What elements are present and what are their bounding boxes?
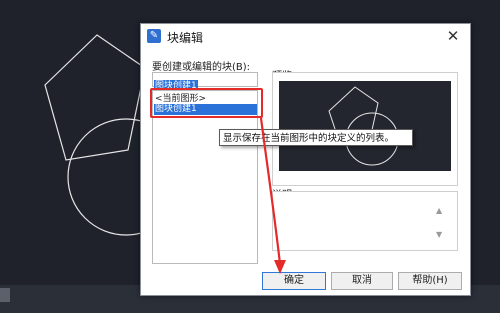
preview-screen bbox=[279, 81, 451, 171]
description-panel bbox=[272, 191, 458, 251]
annotation-highlight-box bbox=[150, 88, 263, 118]
block-name-label: 要创建或编辑的块(B): bbox=[152, 62, 251, 73]
tooltip: 显示保存在当前图形中的块定义的列表。 bbox=[219, 129, 413, 146]
block-editor-icon: ✎ bbox=[147, 29, 161, 43]
triangle-up-icon[interactable]: ▲ bbox=[436, 206, 442, 215]
ok-button[interactable]: 确定 bbox=[262, 272, 326, 290]
dialog-titlebar[interactable]: ✎ 块编辑 ✕ bbox=[141, 24, 470, 50]
layout-tab[interactable] bbox=[0, 288, 10, 302]
triangle-down-icon[interactable]: ▼ bbox=[436, 230, 442, 239]
canvas-pentagon bbox=[44, 34, 146, 161]
block-name-input[interactable]: 图块创建1 bbox=[152, 72, 258, 92]
close-icon[interactable]: ✕ bbox=[444, 27, 462, 45]
block-editor-dialog: ✎ 块编辑 ✕ 要创建或编辑的块(B): 图块创建1 <当前图形> 图块创建1 … bbox=[140, 23, 471, 296]
cancel-button[interactable]: 取消 bbox=[331, 272, 393, 290]
help-button[interactable]: 帮助(H) bbox=[398, 272, 462, 290]
dialog-title: 块编辑 bbox=[167, 31, 204, 45]
